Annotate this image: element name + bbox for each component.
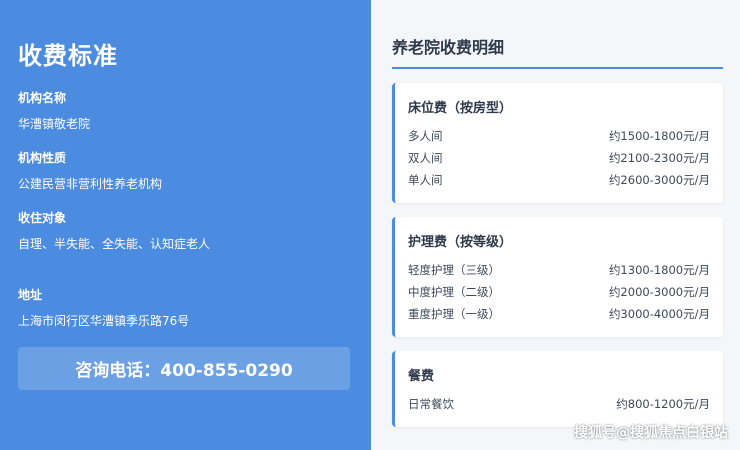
panel-title: 收费标准 xyxy=(18,42,118,70)
fee-label: 轻度护理（三级） xyxy=(408,263,500,277)
card-title: 餐费 xyxy=(408,369,435,384)
fee-row: 中度护理（二级） 约2000-3000元/月 xyxy=(408,281,710,303)
info-value: 公建民营非营利性养老机构 xyxy=(18,177,163,191)
fee-row: 重度护理（一级） 约3000-4000元/月 xyxy=(408,303,710,325)
info-address: 地址 上海市闵行区华漕镇季乐路76号 xyxy=(18,286,351,329)
info-label: 机构性质 xyxy=(18,151,67,165)
fee-price: 约1500-1800元/月 xyxy=(608,129,710,143)
fee-row: 双人间 约2100-2300元/月 xyxy=(408,147,710,169)
fee-label: 日常餐饮 xyxy=(408,397,454,411)
info-value: 上海市闵行区华漕镇季乐路76号 xyxy=(18,314,190,328)
fee-price: 约3000-4000元/月 xyxy=(608,307,710,321)
fee-price: 约1300-1800元/月 xyxy=(608,263,710,277)
bed-fee-card: 床位费（按房型） 多人间 约1500-1800元/月 双人间 约2100-230… xyxy=(392,83,723,203)
fee-label: 单人间 xyxy=(408,173,443,187)
fee-price: 约800-1200元/月 xyxy=(616,397,710,411)
info-label: 机构名称 xyxy=(18,91,67,105)
fee-row: 日常餐饮 约800-1200元/月 xyxy=(408,393,710,415)
fee-label: 多人间 xyxy=(408,129,443,143)
info-value: 自理、半失能、全失能、认知症老人 xyxy=(18,237,211,251)
consult-phone-button[interactable]: 咨询电话：400-855-0290 xyxy=(18,347,350,390)
fee-price: 约2100-2300元/月 xyxy=(608,151,710,165)
fee-row: 轻度护理（三级） 约1300-1800元/月 xyxy=(408,259,710,281)
fee-price: 约2600-3000元/月 xyxy=(608,173,710,187)
info-institution-name: 机构名称 华漕镇敬老院 xyxy=(18,89,351,132)
fee-row: 单人间 约2600-3000元/月 xyxy=(408,169,710,191)
card-title: 护理费（按等级） xyxy=(408,235,513,250)
fee-label: 重度护理（一级） xyxy=(408,307,500,321)
card-title: 床位费（按房型） xyxy=(408,101,513,116)
info-label: 地址 xyxy=(18,288,43,302)
nursing-fee-card: 护理费（按等级） 轻度护理（三级） 约1300-1800元/月 中度护理（二级）… xyxy=(392,217,723,337)
fee-price: 约2000-3000元/月 xyxy=(608,285,710,299)
info-label: 收住对象 xyxy=(18,211,67,225)
fee-label: 双人间 xyxy=(408,151,443,165)
info-institution-type: 机构性质 公建民营非营利性养老机构 xyxy=(18,149,351,192)
info-value: 华漕镇敬老院 xyxy=(18,117,91,131)
fee-label: 中度护理（二级） xyxy=(408,285,500,299)
fee-detail-panel: 养老院收费明细 床位费（按房型） 多人间 约1500-1800元/月 双人间 约… xyxy=(371,0,740,450)
meal-fee-card: 餐费 日常餐饮 约800-1200元/月 xyxy=(392,351,723,427)
watermark: 搜狐号@搜狐焦点白银站 xyxy=(574,425,728,441)
info-target-residents: 收住对象 自理、半失能、全失能、认知症老人 xyxy=(18,209,351,252)
detail-title: 养老院收费明细 xyxy=(392,34,723,69)
fee-row: 多人间 约1500-1800元/月 xyxy=(408,125,710,147)
